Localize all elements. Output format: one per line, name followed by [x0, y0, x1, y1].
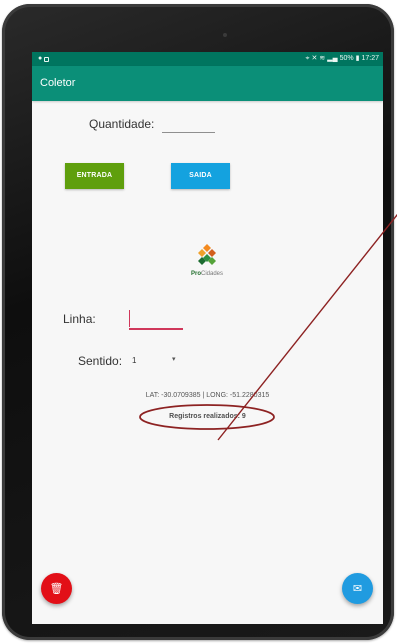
- procidades-logo-text: ProCidades: [178, 271, 236, 278]
- mail-fab[interactable]: ✉: [342, 573, 373, 604]
- logo-cidades-text: Cidades: [201, 271, 224, 277]
- notification-icon: ●: [38, 55, 43, 62]
- records-count: Registros realizados: 9: [169, 413, 246, 420]
- trash-icon: 🗑: [49, 583, 64, 595]
- app-bar: Coletor: [32, 66, 383, 101]
- status-right-area: ⌖ ✕ ≋ ▂▄ 50% ▮ 17:27: [306, 52, 379, 66]
- front-camera: [223, 33, 227, 37]
- logo-pro-text: Pro: [190, 271, 201, 277]
- sentido-label: Sentido:: [78, 354, 123, 368]
- saida-button[interactable]: SAIDA: [171, 163, 230, 189]
- android-status-bar: ● ⌖ ✕ ≋ ▂▄ 50% ▮ 17:27: [32, 52, 383, 66]
- location-coordinates: LAT: -30.0709385 | LONG: -51.2280315: [145, 392, 270, 399]
- clock: 17:27: [361, 55, 379, 62]
- battery-icon: ▮: [355, 55, 360, 62]
- location-icon: ⌖: [305, 55, 310, 62]
- procidades-logo: ProCidades: [178, 243, 236, 285]
- tablet-device-frame: ● ⌖ ✕ ≋ ▂▄ 50% ▮ 17:27 Coletor Quantidad…: [2, 4, 394, 640]
- chevron-down-icon[interactable]: ▾: [172, 355, 176, 363]
- entrada-button[interactable]: ENTRADA: [65, 163, 124, 189]
- sentido-selected-value: 1: [132, 356, 137, 365]
- app-screen: ● ⌖ ✕ ≋ ▂▄ 50% ▮ 17:27 Coletor Quantidad…: [32, 52, 383, 624]
- gallery-icon: [44, 56, 50, 62]
- linha-text-cursor: [129, 310, 130, 327]
- signal-icon: ▂▄: [327, 55, 338, 62]
- wifi-icon: ≋: [319, 55, 326, 62]
- delete-fab[interactable]: 🗑: [41, 573, 72, 604]
- mute-icon: ✕: [311, 55, 318, 62]
- procidades-logo-icon: [198, 244, 216, 265]
- app-title: Coletor: [40, 77, 76, 89]
- mail-icon: ✉: [352, 583, 363, 595]
- status-left-icons: ●: [38, 52, 50, 66]
- linha-label: Linha:: [63, 312, 96, 326]
- battery-percentage: 50%: [339, 55, 354, 62]
- quantidade-label: Quantidade:: [89, 117, 155, 131]
- quantidade-input[interactable]: [162, 132, 215, 133]
- linha-input[interactable]: [129, 328, 183, 330]
